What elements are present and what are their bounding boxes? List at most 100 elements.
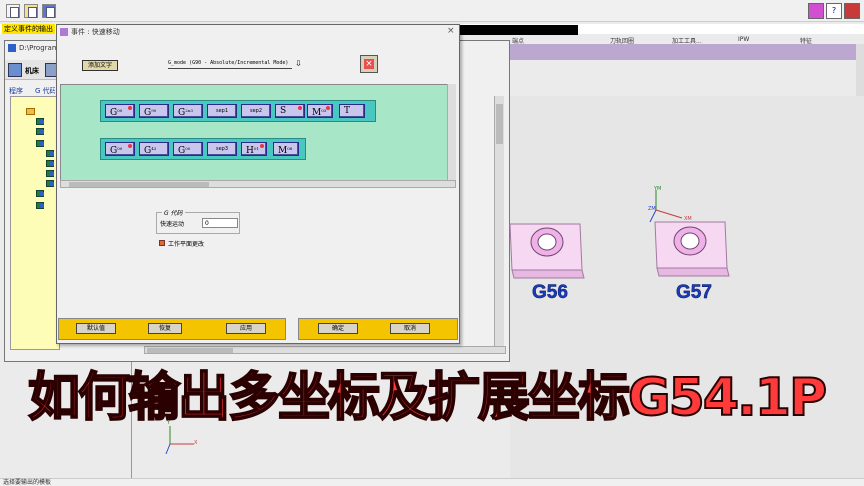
work-plane-checkbox[interactable]: [159, 240, 165, 246]
word-button[interactable]: G2n3: [173, 104, 203, 118]
block-builder-area[interactable]: [60, 84, 448, 182]
tree-node-icon[interactable]: [46, 180, 54, 187]
tree-node-icon[interactable]: [46, 160, 54, 167]
axis-ym-label: YM: [654, 186, 662, 192]
back-toolbar: 机床: [5, 60, 57, 80]
block-row-1[interactable]: G00 G90 G2n3 sep1 sep2 S M03 T: [100, 100, 376, 122]
apply-button[interactable]: 应用: [226, 323, 266, 334]
modal-dot-icon: [298, 106, 302, 110]
separator-button[interactable]: sep3: [207, 142, 237, 156]
word-sub: 01: [253, 146, 259, 151]
word-code: M: [312, 108, 322, 118]
tree-node-icon[interactable]: [46, 170, 54, 177]
separator-button[interactable]: sep1: [207, 104, 237, 118]
back-vscroll-thumb[interactable]: [496, 104, 503, 144]
word-code: T: [344, 106, 351, 116]
fixture-g57[interactable]: [654, 221, 730, 277]
rapid-input[interactable]: [202, 218, 238, 228]
event-dialog-title: 事件 : 快速移动: [71, 28, 120, 36]
axis-xm-label: XM: [684, 216, 692, 222]
word-button[interactable]: M08: [273, 142, 299, 156]
block-builder-vscroll[interactable]: [447, 84, 456, 182]
tab-gcode[interactable]: G 代码: [35, 86, 55, 96]
block-builder-hscroll[interactable]: [60, 180, 456, 188]
config-label: 定义事件的输出: [2, 24, 55, 34]
gcode-group-title: G 代码: [162, 208, 185, 217]
toolbox-icon[interactable]: [808, 3, 824, 19]
tab-program[interactable]: 程序: [9, 86, 23, 96]
modal-dot-icon: [260, 144, 264, 148]
word-code: S: [280, 106, 287, 116]
word-button[interactable]: G00: [105, 142, 135, 156]
word-button[interactable]: T: [339, 104, 365, 118]
modal-dot-icon: [128, 144, 132, 148]
word-sub: 2n3: [185, 108, 193, 113]
config-scrollbar[interactable]: [856, 44, 864, 104]
separator-button[interactable]: sep2: [241, 104, 271, 118]
config-col-4[interactable]: IPW: [738, 36, 749, 43]
rapid-label: 快速运动: [160, 221, 185, 228]
delete-block-button[interactable]: ×: [360, 55, 378, 73]
tree-panel: [10, 96, 60, 350]
word-button[interactable]: S: [275, 104, 305, 118]
word-code: M: [278, 146, 288, 156]
axis-x-label: X: [194, 440, 198, 446]
tree-node-icon[interactable]: [36, 128, 44, 135]
tree-node-icon[interactable]: [36, 190, 44, 197]
cancel-button[interactable]: 取消: [390, 323, 430, 334]
block-row-2[interactable]: G00 G43 G00 sep3 H01 M08: [100, 138, 306, 160]
word-sub: 00: [185, 146, 191, 151]
word-button[interactable]: G00: [173, 142, 203, 156]
fixture-g56[interactable]: [509, 223, 585, 279]
tree-node-icon[interactable]: [36, 202, 44, 209]
block-builder-hscroll-thumb[interactable]: [69, 182, 209, 187]
tree-node-icon[interactable]: [46, 150, 54, 157]
machine-tab-label[interactable]: 机床: [25, 66, 39, 76]
dialog-icon: [60, 28, 68, 36]
status-text: 选择要输出的模板: [3, 479, 52, 486]
word-sub: 00: [117, 146, 123, 151]
status-bar: [0, 478, 864, 486]
close-icon[interactable]: ×: [447, 26, 455, 36]
help-icon[interactable]: ?: [826, 3, 842, 19]
word-sub: 43: [151, 146, 157, 151]
book-icon[interactable]: [844, 3, 860, 19]
new-file-icon[interactable]: [6, 4, 20, 18]
back-hscroll-thumb[interactable]: [147, 348, 233, 353]
machine-icon[interactable]: [8, 63, 22, 77]
default-button[interactable]: 默认值: [76, 323, 116, 334]
work-plane-label: 工作平面更改: [168, 241, 205, 248]
open-folder-icon[interactable]: [24, 4, 38, 18]
ok-button[interactable]: 确定: [318, 323, 358, 334]
save-icon[interactable]: [42, 4, 56, 18]
axis-zm-label: ZM: [648, 206, 656, 212]
word-button[interactable]: G90: [139, 104, 169, 118]
delete-x-icon: ×: [364, 59, 374, 69]
g56-label: G56: [532, 282, 568, 304]
word-button[interactable]: M03: [307, 104, 333, 118]
top-toolbar: ?: [0, 0, 864, 22]
add-text-button[interactable]: 添加文字: [82, 60, 118, 71]
purple-header: [510, 44, 864, 60]
modal-dot-icon: [326, 106, 330, 110]
tree-node-icon[interactable]: [36, 118, 44, 125]
config-black-bar: [458, 25, 578, 35]
word-code: H: [246, 146, 254, 156]
chevron-down-icon[interactable]: ⇩: [295, 59, 302, 68]
restore-button[interactable]: 恢复: [148, 323, 182, 334]
mode-select[interactable]: G_mode (G90 - Absolute/Incremental Mode)…: [168, 58, 304, 69]
g57-label: G57: [676, 282, 712, 304]
back-hscroll[interactable]: [144, 346, 506, 354]
overlay-caption: 如何输出多坐标及扩展坐标G54.1P: [27, 367, 828, 429]
word-sub: 90: [151, 108, 157, 113]
tree-node-icon[interactable]: [36, 140, 44, 147]
modal-dot-icon: [128, 106, 132, 110]
mode-select-value: G_mode (G90 - Absolute/Incremental Mode): [168, 58, 292, 69]
word-sub: 00: [117, 108, 123, 113]
tree-folder-icon[interactable]: [26, 108, 35, 115]
app-icon: [8, 44, 16, 52]
word-button[interactable]: G00: [105, 104, 135, 118]
word-button[interactable]: H01: [241, 142, 267, 156]
word-button[interactable]: G43: [139, 142, 169, 156]
word-sub: 08: [287, 146, 293, 151]
